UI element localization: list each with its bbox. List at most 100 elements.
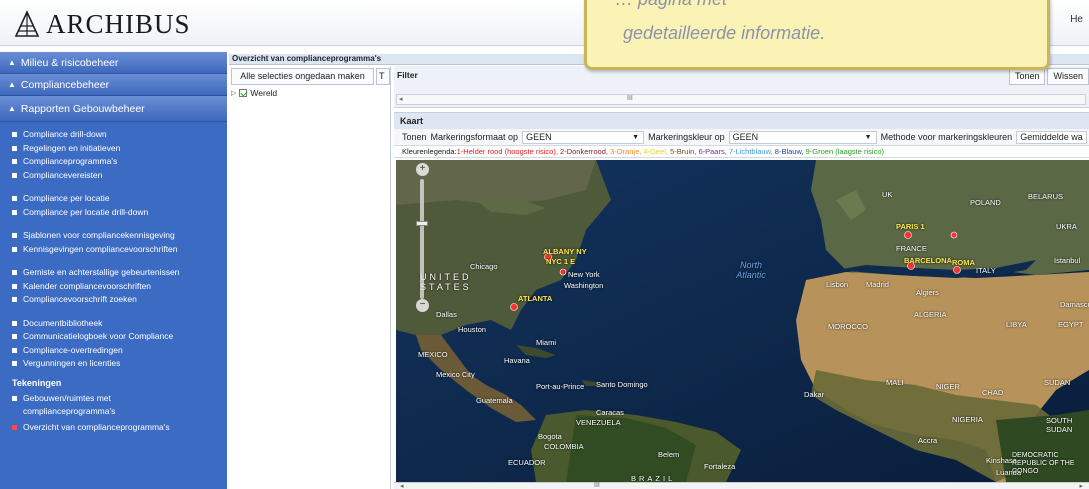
zoom-slider-track[interactable] — [420, 179, 424, 299]
nav-label: Gebouwen/ruimtes met complianceprogramma… — [23, 392, 116, 417]
nav-item[interactable]: Regelingen en initiatieven — [0, 142, 227, 156]
map-label-atlanta[interactable]: ATLANTA — [518, 294, 552, 303]
nav-item[interactable]: Compliancevoorschrift zoeken — [0, 293, 227, 307]
map-label-mali: MALI — [886, 378, 904, 387]
tree-item-label: Wereld — [250, 88, 278, 98]
bullet-icon — [12, 361, 17, 366]
section-milieu[interactable]: ▲ Milieu & risicobeheer — [0, 52, 227, 74]
color-legend: Kleurenlegenda:1-Helder rood (hoogste ri… — [394, 146, 1089, 158]
nav-item[interactable]: Kennisgevingen compliancevoorschriften — [0, 243, 227, 257]
tab-kaart[interactable]: Kaart — [394, 113, 1089, 129]
tree-item-world[interactable]: ▷ Wereld — [231, 88, 277, 98]
app-window: ARCHIBUS n He ▲Milieu & risicobeheer ▲Co… — [0, 0, 1089, 489]
nav-item-drawing-buildings[interactable]: Gebouwen/ruimtes met complianceprogramma… — [0, 392, 227, 419]
scroll-left-icon[interactable]: ◂ — [400, 482, 404, 489]
nav-item[interactable]: Compliance per locatie — [0, 192, 227, 206]
map-label-havana: Havana — [504, 356, 530, 365]
map-label-nyc[interactable]: NYC 1 E — [546, 257, 575, 266]
zoom-slider-handle[interactable] — [416, 221, 428, 226]
map-toolbar: Tonen Markeringsformaat op GEEN ▼ Markeri… — [394, 129, 1089, 146]
nav-label: Compliance per locatie drill-down — [23, 206, 149, 217]
legend-item: 7-Lichtblauw, — [728, 147, 775, 156]
map-label-chad: CHAD — [982, 388, 1004, 397]
legend-item: 2-Donkerrood, — [560, 147, 611, 156]
map-label-belem: Belem — [658, 450, 680, 459]
nav-item[interactable]: Compliancevereisten — [0, 169, 227, 183]
marker-format-select[interactable]: GEEN ▼ — [522, 130, 645, 144]
scroll-left-icon[interactable]: ◂ — [399, 95, 403, 103]
method-label: Methode voor markeringskleuren — [880, 132, 1013, 142]
section-rapporten[interactable]: ▲ Rapporten Gebouwbeheer — [0, 96, 227, 122]
nav-label: Gemiste en achterstallige gebeurtenissen — [23, 267, 180, 277]
filter-label: Filter — [397, 70, 418, 80]
zoom-control[interactable]: + − — [416, 163, 430, 313]
tab-label: Kaart — [400, 116, 424, 126]
bullet-icon — [12, 159, 17, 164]
bullet-icon — [12, 172, 17, 178]
nav-item[interactable]: Complianceprogramma's — [0, 155, 227, 169]
clear-button[interactable]: Wissen — [1047, 68, 1089, 85]
map-label-italy: ITALY — [976, 266, 996, 275]
nav-label: Communicatielogboek voor Compliance — [23, 331, 174, 341]
zoom-in-icon[interactable]: + — [416, 163, 429, 176]
map-label-guatemala: Guatemala — [476, 396, 513, 405]
map-label-nigeria: NIGERIA — [952, 415, 983, 424]
horizontal-scrollbar[interactable]: ◂ III — [396, 94, 1086, 105]
map-label-barcelona[interactable]: BARCELONA — [904, 256, 952, 265]
nav-label: Compliance drill-down — [23, 129, 107, 139]
legend-item: 5-Bruin, — [670, 147, 699, 156]
navigation-sidebar: ▲ Milieu & risicobeheer ▲ Compliancebeheer… — [0, 52, 227, 489]
map-label-portauprince: Port-au-Prince — [536, 382, 585, 391]
world-map[interactable]: ALBANY NY NYC 1 E ATLANTA PARIS 1 BARCEL… — [396, 160, 1089, 482]
map-label-brazil: BRAZIL — [631, 474, 676, 482]
nav-item[interactable]: Compliance-overtredingen — [0, 344, 227, 358]
method-select[interactable]: Gemiddelde wa — [1016, 130, 1087, 144]
select-value: GEEN — [526, 131, 552, 142]
map-horizontal-scrollbar[interactable]: ◂ III ▸ — [394, 482, 1089, 489]
show-button[interactable]: Tonen — [1008, 68, 1046, 85]
t-button[interactable]: T — [376, 68, 390, 85]
scroll-thumb[interactable]: III — [594, 482, 600, 489]
nav-item[interactable]: Communicatielogboek voor Compliance — [0, 330, 227, 344]
map-label-paris[interactable]: PARIS 1 — [896, 222, 925, 231]
zoom-out-icon[interactable]: − — [416, 299, 429, 312]
map-label-washington: Washington — [564, 281, 604, 290]
map-label-colombia: COLOMBIA — [544, 442, 584, 451]
marker-color-select[interactable]: GEEN ▼ — [728, 130, 877, 144]
map-label-rome[interactable]: ROMA — [952, 258, 975, 267]
triangle-up-icon: ▲ — [8, 104, 16, 113]
clear-selections-button[interactable]: Alle selecties ongedaan maken — [231, 68, 374, 85]
checkbox-checked-icon[interactable] — [239, 89, 248, 97]
legend-item: 6-Paars, — [698, 147, 729, 156]
bullet-icon — [12, 320, 17, 326]
nav-label: Compliance per locatie — [23, 193, 110, 203]
map-label-uk: UK — [882, 190, 893, 199]
nav-item[interactable]: Compliance drill-down — [0, 128, 227, 142]
map-label-santodomingo: Santo Domingo — [596, 380, 648, 389]
map-label-istanbul: Istanbul — [1054, 256, 1081, 265]
nav-item[interactable]: Sjablonen voor compliancekennisgeving — [0, 229, 227, 243]
nav-label: Vergunningen en licenties — [23, 358, 121, 368]
map-label-newyork: New York — [568, 270, 600, 279]
scroll-right-icon[interactable]: ▸ — [1079, 482, 1083, 489]
expand-icon[interactable]: ▷ — [231, 89, 236, 97]
map-label-ukraine: UKRA — [1056, 222, 1077, 231]
top-link-help[interactable]: He — [1070, 14, 1083, 25]
filter-bar: Filter Tonen Wissen ◂ III — [394, 66, 1089, 108]
section-compliancebeheer[interactable]: ▲ Compliancebeheer — [0, 74, 227, 96]
nav-item[interactable]: Compliance per locatie drill-down — [0, 206, 227, 220]
nav-item-drawing-overview[interactable]: Overzicht van complianceprogramma's — [0, 421, 227, 435]
show-map-button[interactable]: Tonen — [402, 132, 427, 142]
archibus-logo: ARCHIBUS — [14, 7, 191, 41]
dropdown-arrow-icon: ▼ — [632, 133, 640, 141]
nav-item[interactable]: Documentbibliotheek — [0, 317, 227, 331]
map-label-mexico: MEXICO — [418, 350, 448, 359]
nav-item[interactable]: Gemiste en achterstallige gebeurtenissen — [0, 266, 227, 280]
scroll-thumb[interactable]: III — [627, 95, 633, 102]
map-label-albany[interactable]: ALBANY NY — [543, 247, 587, 256]
nav-item[interactable]: Kalender compliancevoorschriften — [0, 280, 227, 294]
bullet-icon — [12, 297, 17, 302]
nav-item[interactable]: Vergunningen en licenties — [0, 357, 227, 371]
bullet-icon — [12, 233, 17, 238]
callout-text: gedetailleerde informatie. — [623, 23, 826, 43]
